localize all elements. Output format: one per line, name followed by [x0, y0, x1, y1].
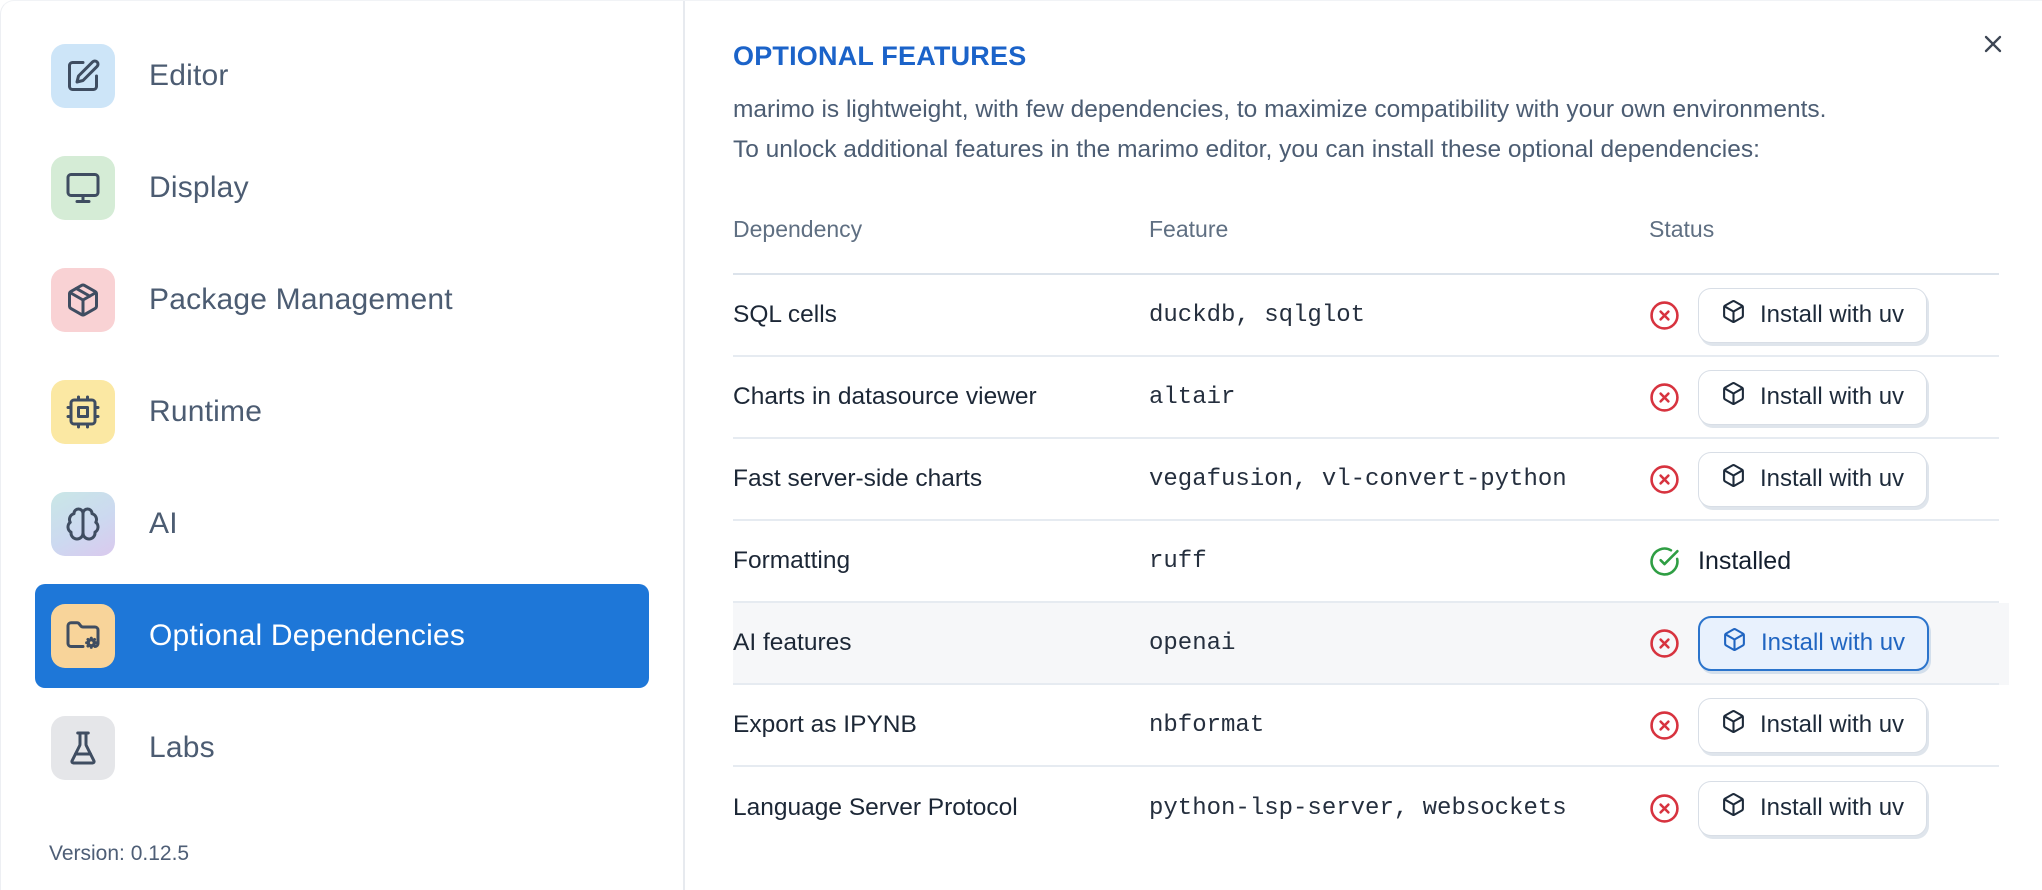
install-with-uv-button[interactable]: Install with uv	[1698, 287, 1928, 343]
status-cell: Install with uv Installed	[1649, 780, 1999, 836]
dependency-cell: Export as IPYNB	[733, 711, 917, 738]
feature-cell: vegafusion, vl-convert-python	[1149, 465, 1567, 493]
status-cell: Install with uv Installed	[1649, 369, 1999, 425]
status-cell: Install with uv Installed	[1649, 451, 1999, 507]
settings-dialog: Editor Display Package Management Runtim…	[0, 0, 2042, 890]
column-header-dependency: Dependency	[733, 216, 863, 242]
install-with-uv-button[interactable]: Install with uv	[1698, 615, 1930, 671]
feature-cell: nbformat	[1149, 711, 1265, 739]
feature-cell: ruff	[1149, 547, 1207, 575]
box-icon	[1721, 709, 1746, 741]
box-icon	[1721, 463, 1746, 495]
table-row: Formatting ruff Install with uv Installe…	[733, 521, 1999, 603]
table-row: SQL cells duckdb, sqlglot Install with u…	[733, 275, 1999, 357]
dependency-cell: Language Server Protocol	[733, 794, 1018, 821]
package-icon	[51, 268, 115, 332]
box-icon	[1722, 627, 1747, 659]
feature-cell: openai	[1149, 629, 1236, 657]
folder-cog-icon	[51, 604, 115, 668]
close-button[interactable]	[1973, 25, 2013, 65]
edit-icon	[51, 44, 115, 108]
status-cell: Install with uv Installed	[1649, 615, 1999, 671]
table-body: SQL cells duckdb, sqlglot Install with u…	[733, 275, 1999, 849]
not-installed-icon	[1649, 464, 1680, 495]
description-line-1: marimo is lightweight, with few dependen…	[733, 96, 1827, 123]
panel-description: marimo is lightweight, with few dependen…	[733, 90, 1993, 170]
installed-check-icon	[1649, 546, 1680, 577]
cpu-icon	[51, 380, 115, 444]
not-installed-icon	[1649, 793, 1680, 824]
feature-cell: duckdb, sqlglot	[1149, 301, 1366, 329]
not-installed-icon	[1649, 710, 1680, 741]
table-row: Export as IPYNB nbformat Install with uv…	[733, 685, 1999, 767]
box-icon	[1721, 792, 1746, 824]
sidebar-item-labs[interactable]: Labs	[35, 696, 649, 800]
sidebar-item-display[interactable]: Display	[35, 136, 649, 240]
not-installed-icon	[1649, 300, 1680, 331]
table-header-row: Dependency Feature Status	[733, 206, 1999, 275]
description-line-2: To unlock additional features in the mar…	[733, 136, 1760, 163]
version-label: Version: 0.12.5	[49, 842, 190, 865]
optional-features-panel: OPTIONAL FEATURES marimo is lightweight,…	[685, 1, 2042, 890]
status-cell: Install with uv Installed	[1649, 697, 1999, 753]
dependencies-table: Dependency Feature Status SQL cells duck…	[733, 206, 1999, 849]
not-installed-icon	[1649, 628, 1680, 659]
column-header-status: Status	[1649, 216, 1715, 242]
sidebar-item-ai[interactable]: AI	[35, 472, 649, 576]
installed-label: Installed	[1698, 546, 1792, 575]
sidebar: Editor Display Package Management Runtim…	[1, 1, 685, 890]
column-header-feature: Feature	[1149, 216, 1229, 242]
dependency-cell: AI features	[733, 629, 852, 656]
install-with-uv-button[interactable]: Install with uv	[1698, 780, 1928, 836]
sidebar-nav: Editor Display Package Management Runtim…	[35, 24, 649, 800]
sidebar-item-package-management[interactable]: Package Management	[35, 248, 649, 352]
dependency-cell: Charts in datasource viewer	[733, 383, 1037, 410]
page-title: OPTIONAL FEATURES	[733, 41, 1027, 71]
sidebar-item-editor[interactable]: Editor	[35, 24, 649, 128]
table-row: Fast server-side charts vegafusion, vl-c…	[733, 439, 1999, 521]
feature-cell: python-lsp-server, websockets	[1149, 794, 1567, 822]
status-cell: Install with uv Installed	[1649, 287, 1999, 343]
table-row: AI features openai Install with uv Insta…	[733, 603, 1999, 685]
monitor-icon	[51, 156, 115, 220]
brain-icon	[51, 492, 115, 556]
status-cell: Install with uv Installed	[1649, 546, 1999, 577]
install-with-uv-button[interactable]: Install with uv	[1698, 369, 1928, 425]
dependency-cell: Fast server-side charts	[733, 465, 983, 492]
box-icon	[1721, 299, 1746, 331]
dependency-cell: SQL cells	[733, 301, 837, 328]
sidebar-item-runtime[interactable]: Runtime	[35, 360, 649, 464]
table-row: Language Server Protocol python-lsp-serv…	[733, 767, 1999, 849]
sidebar-item-optional-dependencies[interactable]: Optional Dependencies	[35, 584, 649, 688]
box-icon	[1721, 381, 1746, 413]
close-icon	[1979, 30, 2007, 61]
install-with-uv-button[interactable]: Install with uv	[1698, 451, 1928, 507]
flask-icon	[51, 716, 115, 780]
install-with-uv-button[interactable]: Install with uv	[1698, 697, 1928, 753]
table-row: Charts in datasource viewer altair Insta…	[733, 357, 1999, 439]
feature-cell: altair	[1149, 383, 1236, 411]
not-installed-icon	[1649, 382, 1680, 413]
dependency-cell: Formatting	[733, 547, 851, 574]
